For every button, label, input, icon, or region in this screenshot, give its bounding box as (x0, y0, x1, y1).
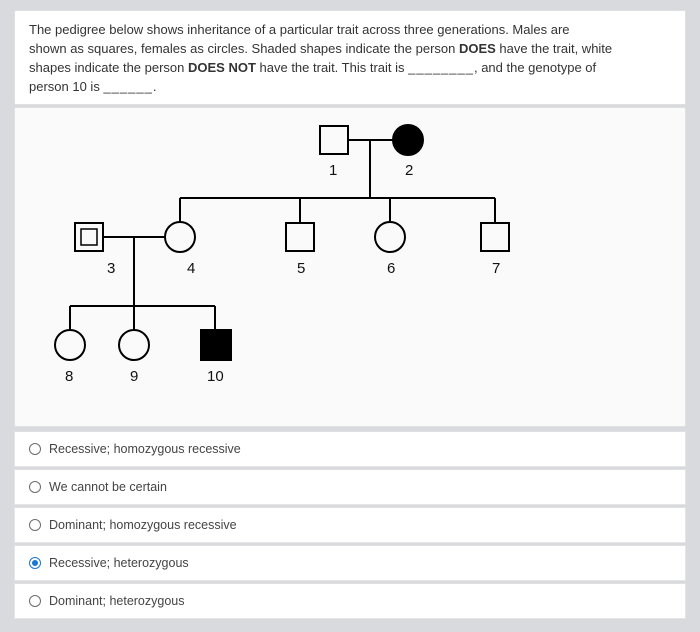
option-label: We cannot be certain (49, 480, 167, 494)
label-2: 2 (405, 162, 413, 179)
question-card: The pedigree below shows inheritance of … (14, 10, 686, 105)
blank-2: ______ (103, 79, 152, 94)
option-label: Dominant; homozygous recessive (49, 518, 237, 532)
period: . (153, 79, 157, 94)
label-4: 4 (187, 260, 195, 277)
person-4-circle (165, 222, 195, 252)
option-c[interactable]: Dominant; homozygous recessive (14, 507, 686, 543)
person-9-circle (119, 330, 149, 360)
radio-icon (29, 519, 41, 531)
label-8: 8 (65, 368, 73, 385)
label-6: 6 (387, 260, 395, 277)
label-10: 10 (207, 368, 224, 385)
person-2-circle (393, 125, 423, 155)
person-1-square (320, 126, 348, 154)
option-b[interactable]: We cannot be certain (14, 469, 686, 505)
doesnot-label: DOES NOT (188, 60, 256, 75)
person-3-square (75, 223, 103, 251)
person-10-square (201, 330, 231, 360)
question-text: The pedigree below shows inheritance of … (29, 21, 671, 96)
person-3-inner (81, 229, 97, 245)
label-5: 5 (297, 260, 305, 277)
qline3b: have the trait. This trait is (256, 60, 408, 75)
option-label: Dominant; heterozygous (49, 594, 185, 608)
does-label: DOES (459, 41, 496, 56)
option-a[interactable]: Recessive; homozygous recessive (14, 431, 686, 467)
person-7-square (481, 223, 509, 251)
option-d[interactable]: Recessive; heterozygous (14, 545, 686, 581)
option-e[interactable]: Dominant; heterozygous (14, 583, 686, 619)
option-label: Recessive; heterozygous (49, 556, 189, 570)
qline4a: person 10 is (29, 79, 103, 94)
qline3a: shapes indicate the person (29, 60, 188, 75)
radio-icon (29, 481, 41, 493)
pedigree-svg (15, 108, 687, 428)
person-5-square (286, 223, 314, 251)
label-7: 7 (492, 260, 500, 277)
label-9: 9 (130, 368, 138, 385)
label-1: 1 (329, 162, 337, 179)
answer-options: Recessive; homozygous recessive We canno… (14, 431, 686, 619)
qline3c: , and the genotype of (474, 60, 596, 75)
pedigree-diagram: 1 2 3 4 5 6 7 8 9 10 (14, 107, 686, 427)
blank-1: ________ (408, 60, 474, 75)
qline2a: shown as squares, females as circles. Sh… (29, 41, 459, 56)
label-3: 3 (107, 260, 115, 277)
qline1: The pedigree below shows inheritance of … (29, 22, 570, 37)
option-label: Recessive; homozygous recessive (49, 442, 241, 456)
radio-icon (29, 595, 41, 607)
person-8-circle (55, 330, 85, 360)
radio-icon (29, 443, 41, 455)
qline2b: have the trait, white (496, 41, 612, 56)
person-6-circle (375, 222, 405, 252)
radio-icon (29, 557, 41, 569)
